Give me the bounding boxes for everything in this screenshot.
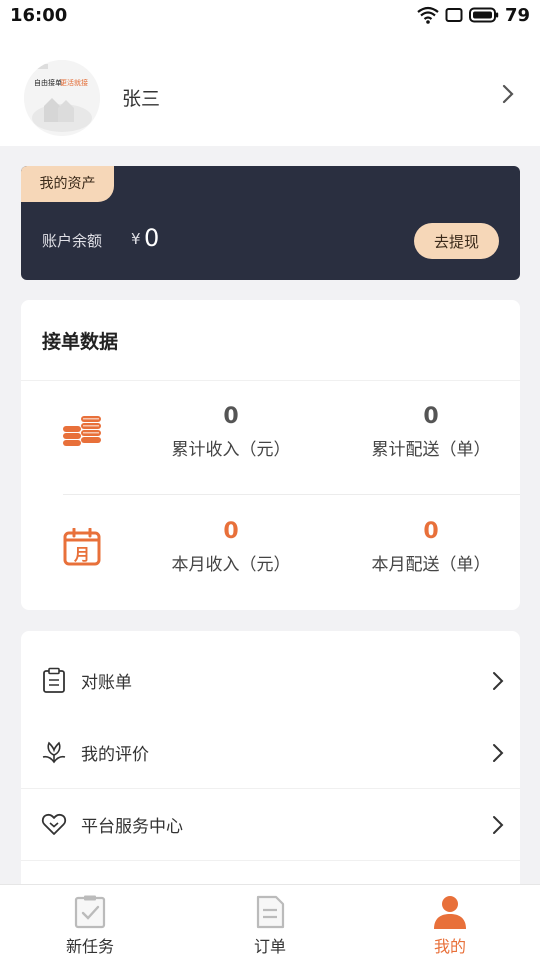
- calendar-icon-text: 月: [74, 545, 91, 564]
- tab-label: 我的: [433, 937, 466, 956]
- tab-new-tasks[interactable]: 新任务: [0, 885, 180, 961]
- status-time: 16:00: [10, 4, 68, 26]
- avatar-caption-accent: 更活就接: [60, 79, 88, 87]
- balance-value: 0: [144, 224, 160, 252]
- divider: [21, 380, 520, 381]
- avatar-image-icon: [24, 60, 100, 136]
- menu-item-reviews[interactable]: 我的评价: [21, 717, 520, 789]
- total-delivery-value: 0: [423, 404, 439, 429]
- document-icon: [256, 895, 285, 929]
- battery-icon: [468, 7, 499, 23]
- total-income-stat: 0 累计收入（元）: [156, 404, 306, 460]
- total-income-label: 累计收入（元）: [171, 440, 291, 460]
- user-name: 张三: [122, 88, 161, 110]
- total-delivery-label: 累计配送（单）: [371, 440, 491, 460]
- avatar[interactable]: 自由接单 更活就接: [24, 60, 100, 136]
- menu-card: 对账单 我的评价 平台服务中心: [21, 631, 520, 893]
- month-delivery-stat: 0 本月配送（单）: [356, 519, 506, 575]
- status-icons: 79: [417, 5, 530, 26]
- month-income-value: 0: [223, 519, 239, 544]
- withdraw-button[interactable]: 去提现: [414, 223, 499, 259]
- checklist-icon: [74, 895, 106, 929]
- tab-label: 新任务: [65, 937, 114, 956]
- total-delivery-stat: 0 累计配送（单）: [356, 404, 506, 460]
- wifi-icon: [417, 6, 439, 24]
- menu-item-statement[interactable]: 对账单: [21, 645, 520, 717]
- flower-icon: [42, 741, 66, 764]
- month-income-label: 本月收入（元）: [171, 555, 291, 575]
- order-data-title: 接单数据: [42, 331, 119, 353]
- user-icon: [434, 896, 466, 929]
- heart-icon: [41, 813, 67, 835]
- chevron-right-icon: [493, 816, 504, 834]
- tab-label: 订单: [253, 937, 286, 956]
- menu-item-label: 我的评价: [81, 745, 149, 765]
- total-income-value: 0: [223, 404, 239, 429]
- bottom-tab-bar: 新任务 订单 我的: [0, 884, 540, 961]
- menu-item-label: 对账单: [81, 673, 132, 693]
- currency-symbol: ¥: [131, 230, 141, 248]
- chevron-right-icon: [493, 744, 504, 762]
- chevron-right-icon[interactable]: [502, 84, 514, 104]
- battery-level: 79: [504, 4, 530, 26]
- menu-item-service-center[interactable]: 平台服务中心: [21, 789, 520, 861]
- month-delivery-value: 0: [423, 519, 439, 544]
- avatar-caption: 自由接单: [34, 79, 62, 87]
- clipboard-icon: [43, 667, 65, 693]
- assets-tag: 我的资产: [21, 166, 114, 202]
- divider: [63, 494, 520, 495]
- coins-icon: [63, 416, 101, 446]
- order-data-card: 接单数据 0 累计收入（元） 0 累计配送（单） 月 0 本月收入（元） 0 本…: [21, 300, 520, 610]
- chevron-right-icon: [493, 672, 504, 690]
- calendar-icon: 月: [63, 528, 101, 566]
- divider: [21, 860, 520, 861]
- balance-label: 账户余额: [42, 232, 103, 250]
- assets-card: 我的资产 账户余额 ¥ 0 去提现: [21, 166, 520, 280]
- tab-orders[interactable]: 订单: [180, 885, 360, 961]
- status-bar: 16:00 79: [0, 0, 540, 30]
- month-income-stat: 0 本月收入（元）: [156, 519, 306, 575]
- screen-icon: [445, 8, 463, 22]
- profile-header[interactable]: 自由接单 更活就接 张三: [0, 30, 540, 146]
- tab-mine[interactable]: 我的: [360, 885, 540, 961]
- month-delivery-label: 本月配送（单）: [371, 555, 491, 575]
- menu-item-label: 平台服务中心: [81, 817, 183, 837]
